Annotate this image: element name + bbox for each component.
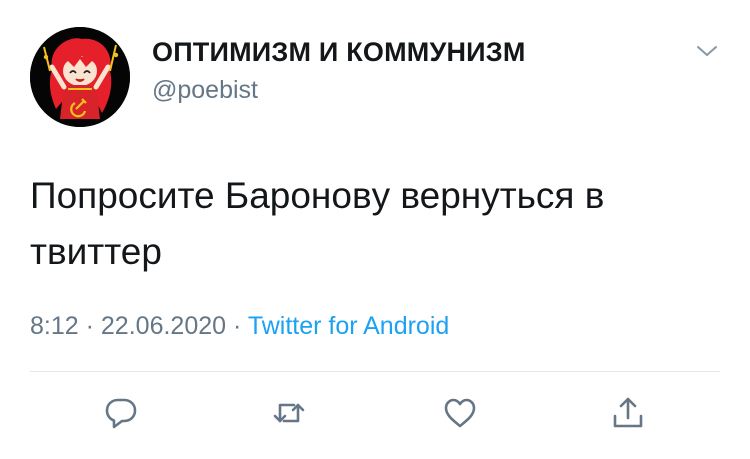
meta-separator: · bbox=[232, 312, 242, 340]
share-button[interactable] bbox=[610, 395, 646, 431]
heart-icon bbox=[444, 398, 476, 428]
tweet-text: Попросите Бароновy вернуться в твиттер bbox=[30, 175, 605, 272]
tweet-meta: 8:12 · 22.06.2020 · Twitter for Android bbox=[30, 312, 449, 341]
tweet-card: ОПТИМИЗМ И КОММУНИЗМ @poebist Попросите … bbox=[0, 0, 750, 459]
tweet-date[interactable]: 22.06.2020 bbox=[101, 312, 226, 340]
retweet-icon bbox=[273, 403, 305, 423]
retweet-button[interactable] bbox=[271, 395, 307, 431]
tweet-time[interactable]: 8:12 bbox=[30, 312, 79, 340]
display-name[interactable]: ОПТИМИЗМ И КОММУНИЗМ bbox=[152, 37, 526, 68]
tweet-source-link[interactable]: Twitter for Android bbox=[248, 312, 449, 340]
user-handle[interactable]: @poebist bbox=[152, 76, 258, 105]
like-button[interactable] bbox=[442, 395, 478, 431]
share-icon bbox=[613, 397, 643, 428]
chevron-down-icon[interactable] bbox=[694, 42, 720, 60]
divider bbox=[30, 371, 720, 372]
user-avatar[interactable] bbox=[30, 27, 130, 127]
meta-separator: · bbox=[85, 312, 94, 340]
reply-icon bbox=[105, 398, 137, 429]
avatar-illustration bbox=[30, 27, 130, 127]
reply-button[interactable] bbox=[103, 395, 139, 431]
